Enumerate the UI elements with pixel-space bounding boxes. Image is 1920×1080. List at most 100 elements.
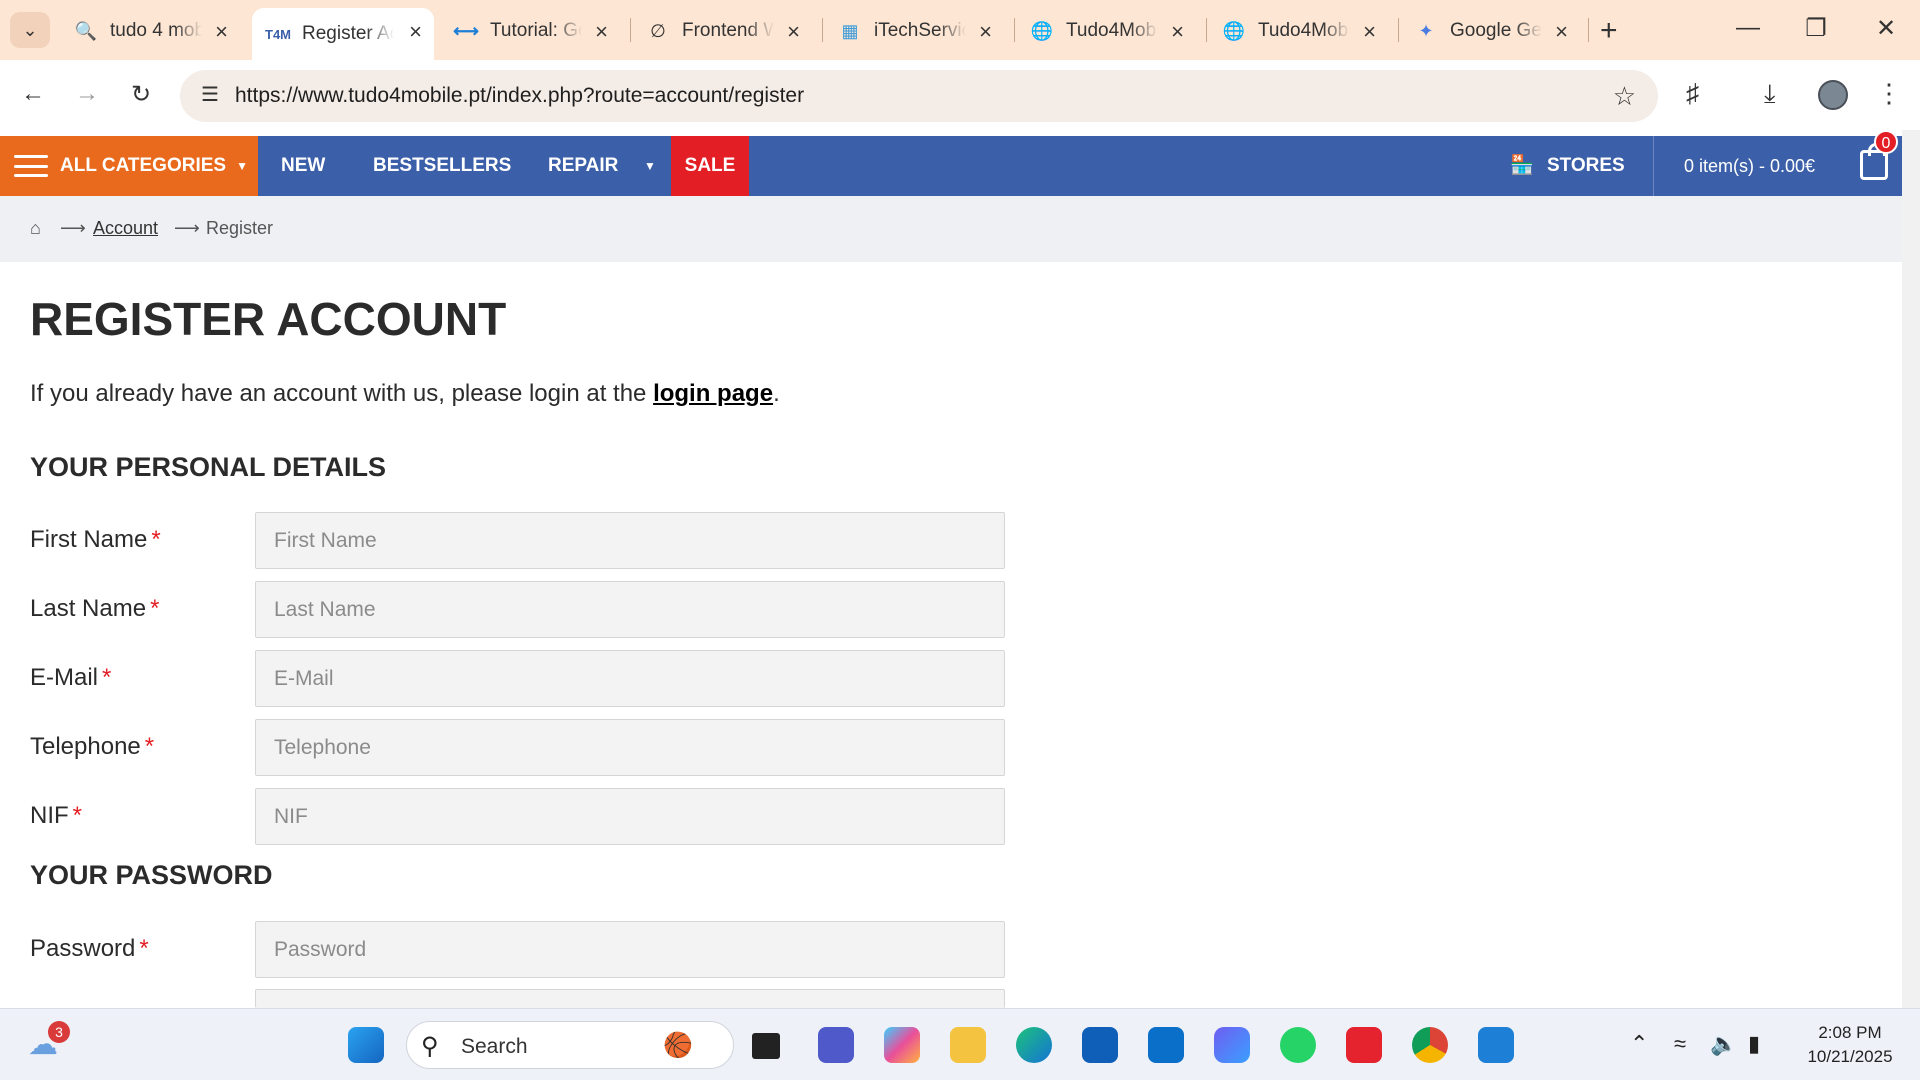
email-label: E-Mail * [30,664,111,692]
browser-tab[interactable]: 🌐 Tudo4Mobile × [1016,8,1196,54]
tab-search-menu-button[interactable]: ⌄ [10,12,50,48]
taskbar-search-label: Search [461,1035,528,1058]
close-window-icon[interactable]: ✕ [1866,14,1906,43]
m365-icon[interactable] [1214,1027,1250,1063]
tray-chevron-up-icon[interactable]: ⌃ [1630,1031,1648,1057]
required-mark: * [151,526,161,553]
email-label-text: E-Mail [30,664,99,691]
battery-icon[interactable]: ▮ [1748,1031,1760,1057]
browser-toolbar: ← → ↻ ☰ https://www.tudo4mobile.pt/index… [0,60,1920,130]
email-field[interactable] [255,650,1005,707]
browser-tab[interactable]: ∅ Frontend Web × [632,8,812,54]
minimize-icon[interactable]: — [1728,14,1768,42]
teams-icon[interactable] [818,1027,854,1063]
whatsapp-icon[interactable] [1280,1027,1316,1063]
nav-link-repair[interactable]: REPAIR [548,136,618,196]
first-name-field[interactable] [255,512,1005,569]
globe-icon: 🌐 [1222,20,1246,41]
last-name-field[interactable] [255,581,1005,638]
close-icon[interactable]: × [1555,19,1568,45]
breadcrumb: ⌂ ⟶ Account ⟶ Register [0,196,1902,262]
nav-link-sale[interactable]: SALE [671,136,749,196]
shopping-bag-icon[interactable] [1860,143,1888,180]
file-explorer-icon[interactable] [950,1027,986,1063]
site-main-nav: ALL CATEGORIES ▼ NEW BESTSELLERS REPAIR … [0,136,1902,196]
browser-tab[interactable]: ⟷ Tutorial: Get × [440,8,620,54]
telephone-field[interactable] [255,719,1005,776]
page-scrollbar[interactable] [1902,130,1920,1008]
all-categories-button[interactable]: ALL CATEGORIES ▼ [0,136,258,196]
profile-avatar[interactable] [1818,80,1848,110]
breadcrumb-account-text[interactable]: Account [93,218,158,238]
cart-summary[interactable]: 0 item(s) - 0.00€ [1684,136,1815,196]
tab-label: Google Gemini [1450,20,1542,41]
frontend-icon: ∅ [650,20,666,41]
task-view-icon[interactable] [752,1033,780,1059]
close-icon[interactable]: × [215,19,228,45]
new-tab-plus-icon[interactable]: + [1600,14,1618,48]
taskbar-search-box[interactable]: ⚲ Search 🏀 [406,1021,734,1069]
tab-separator [1398,18,1399,42]
reload-icon[interactable]: ↻ [126,80,156,109]
address-bar[interactable]: ☰ https://www.tudo4mobile.pt/index.php?r… [180,70,1658,122]
telephone-label: Telephone * [30,733,154,761]
hamburger-icon [14,155,48,177]
back-arrow-icon[interactable]: ← [18,80,48,108]
browser-tab[interactable]: 🌐 Tudo4Mobile × [1208,8,1388,54]
nif-field[interactable] [255,788,1005,845]
gemini-icon: ✦ [1418,20,1434,41]
outlook-icon[interactable] [1148,1027,1184,1063]
nav-divider [1653,136,1654,196]
breadcrumb-current: Register [206,218,274,238]
close-icon[interactable]: × [787,19,800,45]
repair-caret-down-icon[interactable]: ▼ [644,136,656,196]
breadcrumb-arrow-icon: ⟶ [174,218,200,238]
clock-date: 10/21/2025 [1807,1047,1893,1066]
clock-time: 2:08 PM [1818,1023,1882,1042]
password-confirm-field[interactable] [255,989,1005,1008]
stores-link[interactable]: 🏪 STORES [1510,136,1625,196]
tab-label: Tudo4Mobile [1066,20,1158,41]
url-text[interactable]: https://www.tudo4mobile.pt/index.php?rou… [235,84,804,108]
windows-start-icon[interactable] [348,1027,384,1063]
nav-link-bestsellers[interactable]: BESTSELLERS [373,136,511,196]
login-page-link[interactable]: login page [653,380,773,407]
download-icon[interactable]: ⤓ [1764,78,1776,110]
browser-tab-active[interactable]: T4M Register Account × [252,8,434,60]
site-settings-icon[interactable]: ☰ [196,82,224,110]
browser-tab[interactable]: ✦ Google Gemini × [1400,8,1580,54]
chrome-icon[interactable] [1412,1027,1448,1063]
close-icon[interactable]: × [409,19,422,45]
forward-arrow-icon[interactable]: → [72,80,102,108]
close-icon[interactable]: × [979,19,992,45]
more-menu-icon[interactable]: ⋮ [1876,78,1902,109]
tab-label: Register Account [302,23,394,44]
bookmark-star-icon[interactable]: ☆ [1613,81,1636,112]
edge-icon[interactable] [1016,1027,1052,1063]
copilot-icon[interactable] [884,1027,920,1063]
restore-icon[interactable]: ❐ [1796,14,1836,43]
volume-icon[interactable]: 🔈 [1710,1031,1737,1057]
tab-label: Tudo4Mobile [1258,20,1350,41]
wifi-icon[interactable]: ≈ [1674,1031,1686,1057]
system-clock[interactable]: 2:08 PM 10/21/2025 [1790,1021,1910,1069]
browser-tab[interactable]: ▦ iTechService × [824,8,1004,54]
tab-label: iTechService [874,20,966,41]
microsoft-store-icon[interactable] [1082,1027,1118,1063]
password-field[interactable] [255,921,1005,978]
wps-office-icon[interactable] [1346,1027,1382,1063]
nav-link-new[interactable]: NEW [281,136,325,196]
required-mark: * [72,802,83,829]
search-icon: ⚲ [421,1033,439,1060]
all-categories-label: ALL CATEGORIES [60,155,227,176]
breadcrumb-account-link[interactable]: Account [93,218,158,239]
home-icon[interactable]: ⌂ [30,218,41,239]
vscode-taskbar-icon[interactable] [1478,1027,1514,1063]
extensions-icon[interactable]: ♯ [1686,78,1699,109]
close-icon[interactable]: × [595,19,608,45]
close-icon[interactable]: × [1363,19,1376,45]
globe-icon: 🌐 [1030,20,1054,41]
close-icon[interactable]: × [1171,19,1184,45]
browser-tab[interactable]: 🔍 tudo 4 mobile × [60,8,240,54]
section-heading-personal: YOUR PERSONAL DETAILS [30,452,387,482]
